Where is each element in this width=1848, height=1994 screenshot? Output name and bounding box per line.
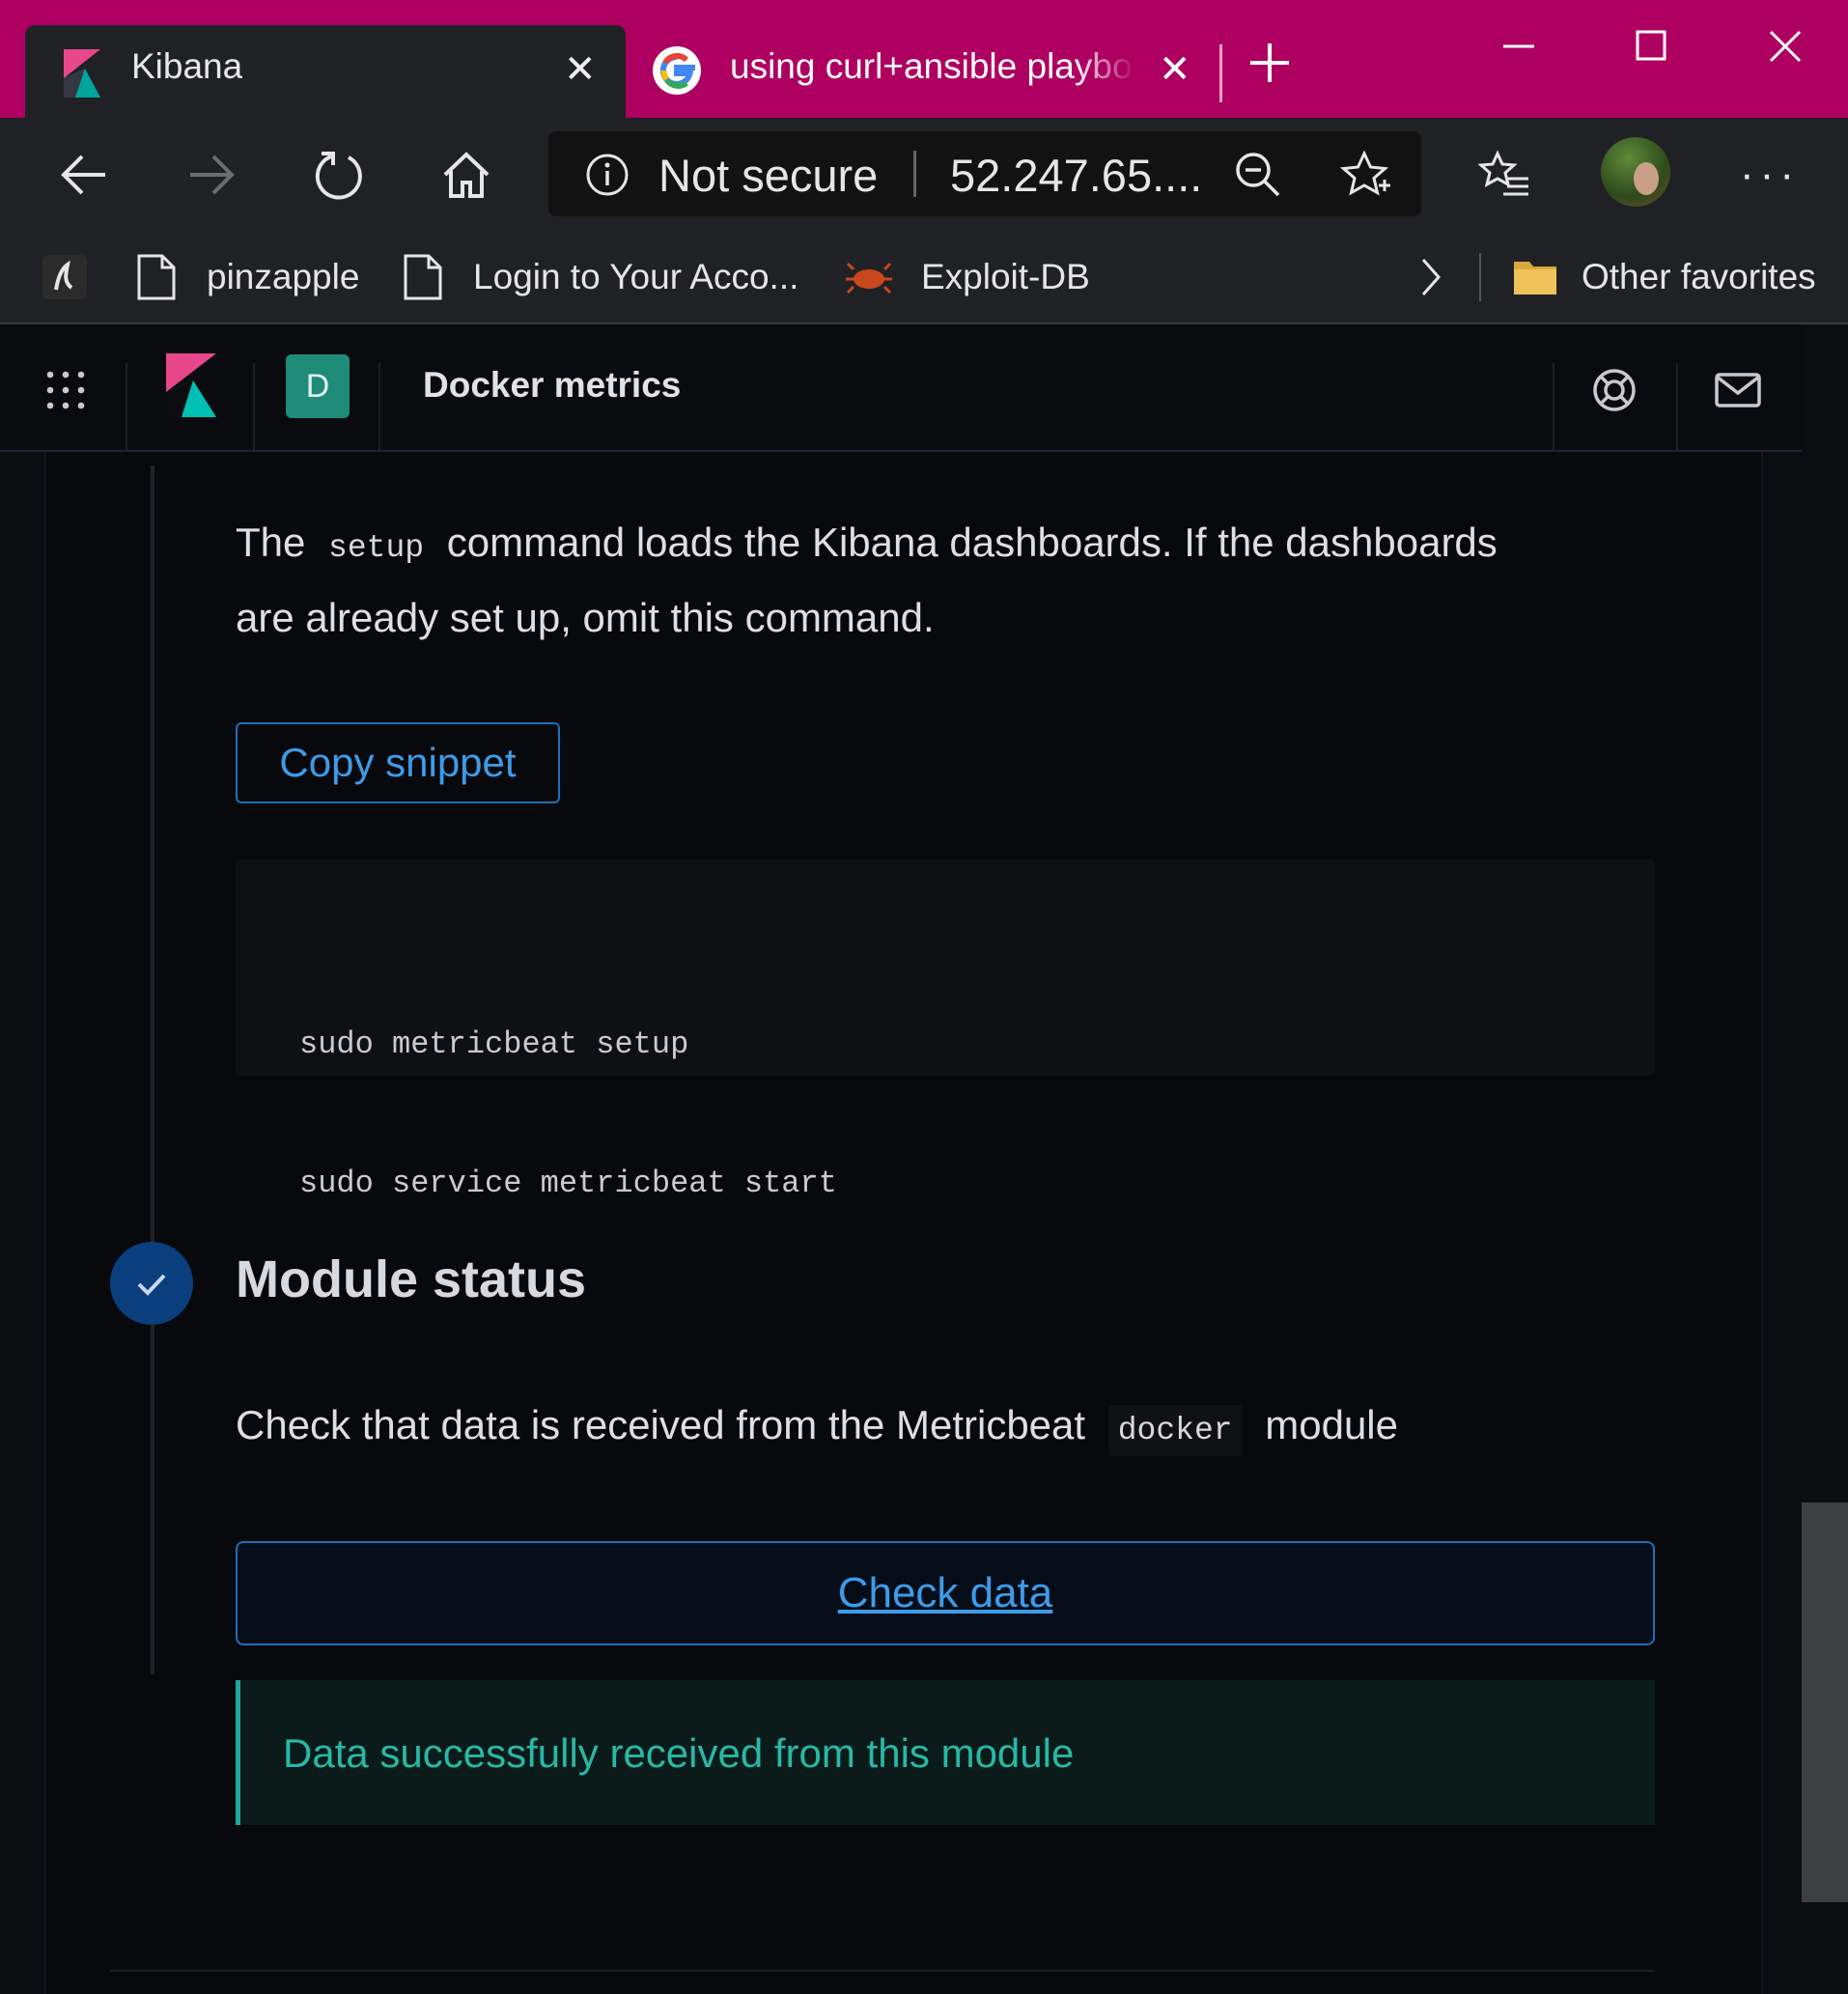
favorites-bar: pinzapple Login to Your Acco... Exploit-… (0, 232, 1848, 324)
checkmark-icon (137, 1274, 166, 1296)
step-connector-line (151, 465, 154, 1674)
kibana-header: D Docker metrics (0, 324, 1802, 452)
google-favicon-icon (653, 46, 701, 95)
security-label: Not secure (658, 150, 879, 201)
check-data-button[interactable]: Check data (236, 1541, 1655, 1645)
forward-arrow-icon (190, 154, 235, 195)
minimize-icon (1503, 44, 1534, 48)
app-menu-button[interactable] (39, 363, 93, 417)
minimize-button[interactable] (1466, 17, 1572, 75)
maximize-icon (1636, 30, 1666, 61)
tab-google[interactable]: using curl+ansible playbook ✕ (637, 25, 1217, 118)
favorite-item-app[interactable] (42, 232, 87, 323)
module-status-title: Module status (236, 1250, 587, 1308)
page-scrollbar[interactable] (1802, 324, 1848, 1994)
module-status-description: Check that data is received from the Met… (236, 1402, 1399, 1456)
app-favicon-icon (42, 255, 87, 299)
space-avatar[interactable]: D (286, 354, 350, 418)
close-window-button[interactable] (1732, 17, 1838, 75)
grid-menu-icon (46, 371, 85, 409)
page-icon (137, 254, 176, 300)
setup-text-before: The (236, 520, 306, 565)
url-text[interactable]: 52.247.65.... (950, 149, 1202, 202)
check-data-label: Check data (837, 1569, 1053, 1616)
back-arrow-icon (61, 154, 105, 195)
tab-title: Kibana (131, 46, 243, 86)
info-icon (586, 154, 629, 196)
add-favorite-star-icon[interactable] (1340, 151, 1392, 199)
header-divider (126, 363, 127, 450)
favorites-star-list-icon (1478, 150, 1528, 196)
zoom-out-icon[interactable] (1234, 151, 1282, 199)
favorites-overflow-button[interactable] (1415, 232, 1444, 323)
step-complete-badge (110, 1242, 193, 1325)
plus-icon (1250, 43, 1289, 82)
new-tab-button[interactable] (1246, 39, 1294, 87)
close-icon (1769, 30, 1802, 63)
tab-divider (1219, 44, 1222, 102)
scrollbar-thumb[interactable] (1802, 1503, 1848, 1902)
kibana-logo-icon[interactable] (164, 353, 218, 417)
folder-icon (1514, 262, 1556, 295)
status-text-before: Check that data is received from the Met… (236, 1402, 1086, 1447)
mail-icon (1715, 373, 1761, 407)
close-icon[interactable]: ✕ (564, 50, 597, 89)
forward-button[interactable] (180, 143, 243, 207)
browser-toolbar: Not secure 52.247.65.... ··· (0, 118, 1848, 232)
avatar-face (1634, 162, 1659, 195)
status-inline-code: docker (1107, 1405, 1243, 1456)
address-bar[interactable]: Not secure 52.247.65.... (548, 131, 1421, 216)
exploit-db-bug-icon (846, 262, 892, 295)
code-line: sudo metricbeat setup (299, 1026, 689, 1062)
maximize-button[interactable] (1599, 17, 1705, 75)
page-icon (404, 254, 442, 300)
code-block-lines: sudo metricbeat setup sudo service metri… (299, 929, 837, 1300)
success-callout: Data successfully received from this mod… (236, 1680, 1655, 1825)
back-button[interactable] (52, 143, 116, 207)
favorite-item-exploit-db[interactable]: Exploit-DB (846, 232, 1090, 323)
setup-inline-code: setup (328, 530, 425, 566)
ellipsis-icon: ··· (1740, 151, 1800, 198)
code-block[interactable]: sudo metricbeat setup sudo service metri… (236, 859, 1655, 1201)
setup-text-after: command loads the Kibana dashboards. If … (446, 520, 1498, 565)
chevron-right-icon (1421, 259, 1442, 295)
copy-snippet-button[interactable]: Copy snippet (236, 722, 560, 803)
home-icon (443, 152, 490, 198)
more-menu-button[interactable]: ··· (1738, 143, 1802, 207)
instructions-panel: The setup command loads the Kibana dashb… (44, 452, 1763, 1994)
status-text-after: module (1265, 1402, 1399, 1447)
favorite-label: Exploit-DB (921, 257, 1090, 296)
setup-description-line1: The setup command loads the Kibana dashb… (236, 520, 1498, 566)
profile-avatar[interactable] (1601, 137, 1670, 207)
setup-description-line2: are already set up, omit this command. (236, 595, 935, 640)
tab-kibana[interactable]: Kibana ✕ (25, 25, 626, 118)
favorites-button[interactable] (1473, 143, 1537, 207)
address-divider (913, 151, 916, 197)
code-line: sudo service metricbeat start (299, 1166, 837, 1201)
home-button[interactable] (434, 143, 498, 207)
breadcrumb-title[interactable]: Docker metrics (423, 365, 681, 406)
section-divider (110, 1970, 1655, 1972)
refresh-button[interactable] (307, 143, 371, 207)
favorite-label: pinzapple (207, 257, 360, 296)
browser-title-bar: Kibana ✕ using curl+ansible playbook ✕ (0, 0, 1848, 118)
header-divider (1553, 363, 1554, 450)
other-favorites-folder[interactable]: Other favorites (1512, 232, 1816, 323)
header-divider (378, 363, 380, 450)
favorite-label: Login to Your Acco... (473, 257, 799, 296)
favorite-item-pinzapple[interactable]: pinzapple (135, 232, 359, 323)
tab-title: using curl+ansible playbook (730, 46, 1135, 86)
refresh-icon (315, 152, 362, 200)
favorite-item-login[interactable]: Login to Your Acco... (402, 232, 798, 323)
news-feed-button[interactable] (1711, 363, 1765, 417)
help-button[interactable] (1587, 363, 1641, 417)
header-divider (1676, 363, 1678, 450)
favorites-divider (1479, 253, 1481, 301)
kibana-favicon-icon (64, 49, 100, 98)
other-favorites-label: Other favorites (1582, 257, 1816, 296)
close-icon[interactable]: ✕ (1159, 50, 1191, 89)
success-callout-text: Data successfully received from this mod… (283, 1730, 1075, 1776)
header-divider (253, 363, 255, 450)
help-lifebuoy-icon (1593, 369, 1636, 411)
